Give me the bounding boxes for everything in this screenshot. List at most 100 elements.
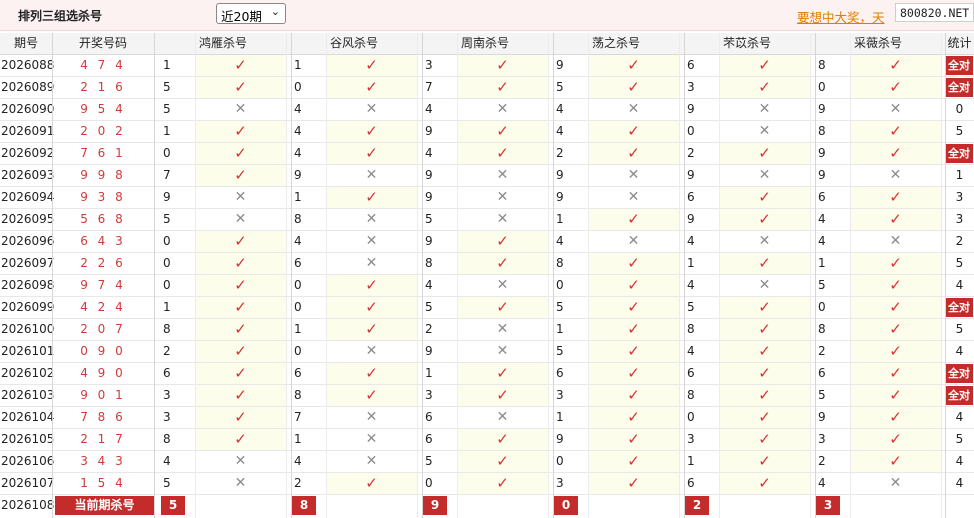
kill-number: 9 xyxy=(425,124,433,138)
kill-number: 2 xyxy=(818,344,826,358)
result-mark: ✕ xyxy=(719,231,810,252)
cross-icon: ✕ xyxy=(758,167,771,183)
cross-icon: ✕ xyxy=(758,123,771,139)
check-icon: ✓ xyxy=(627,298,640,316)
check-icon: ✓ xyxy=(889,122,902,140)
kill-number: 2 xyxy=(687,146,695,160)
draw-number: 4 7 4 xyxy=(80,58,126,72)
draw-number: 9 3 8 xyxy=(80,190,126,204)
check-icon: ✓ xyxy=(627,364,640,382)
kill-number: 9 xyxy=(425,168,433,182)
kill-number: 4 xyxy=(425,102,433,116)
result-mark: ✓ xyxy=(719,385,810,406)
kill-number: 3 xyxy=(556,476,564,490)
hit-count: 4 xyxy=(955,344,964,358)
kill-number: 1 xyxy=(163,124,171,138)
result-mark: ✕ xyxy=(850,473,941,494)
kill-number: 6 xyxy=(687,58,695,72)
table-row: 2026098 9 7 4 0 ✓ 0 ✓ 4 ✕ 0 ✓ 4 ✕ 5 ✓ 4 xyxy=(0,275,974,297)
check-icon: ✓ xyxy=(627,122,640,140)
result-mark: ✕ xyxy=(719,99,810,120)
kill-number: 3 xyxy=(425,388,433,402)
kill-number: 0 xyxy=(818,80,826,94)
column-divider xyxy=(941,33,942,518)
all-correct-badge: 全对 xyxy=(945,56,973,75)
kill-number: 6 xyxy=(687,366,695,380)
check-icon: ✓ xyxy=(234,78,247,96)
kill-number: 6 xyxy=(556,366,564,380)
check-icon: ✓ xyxy=(234,144,247,162)
cross-icon: ✕ xyxy=(365,101,378,117)
kill-number: 6 xyxy=(294,256,302,270)
kill-number: 9 xyxy=(425,190,433,204)
check-icon: ✓ xyxy=(234,122,247,140)
table-row: 2026088 4 7 4 1 ✓ 1 ✓ 3 ✓ 9 ✓ 6 ✓ 8 ✓ 全对 xyxy=(0,55,974,77)
result-mark: ✕ xyxy=(326,407,417,428)
kill-number: 8 xyxy=(818,322,826,336)
kill-number: 3 xyxy=(163,410,171,424)
kill-number: 6 xyxy=(687,476,695,490)
result-mark: ✓ xyxy=(457,429,548,450)
site-badge: 800820.NET xyxy=(895,3,974,22)
result-mark: ✓ xyxy=(195,143,286,164)
check-icon: ✓ xyxy=(889,298,902,316)
header-issue: 期号 xyxy=(13,36,38,50)
draw-number: 4 9 0 xyxy=(80,366,126,380)
kill-number: 5 xyxy=(163,102,171,116)
draw-number: 2 1 6 xyxy=(80,80,126,94)
result-mark: ✓ xyxy=(588,319,679,340)
result-mark: ✓ xyxy=(326,473,417,494)
cross-icon: ✕ xyxy=(234,453,247,469)
cross-icon: ✕ xyxy=(365,431,378,447)
kill-number: 5 xyxy=(556,80,564,94)
result-mark: ✕ xyxy=(719,275,810,296)
result-mark: ✕ xyxy=(195,473,286,494)
check-icon: ✓ xyxy=(889,320,902,338)
result-mark: ✓ xyxy=(457,143,548,164)
kill-number: 3 xyxy=(818,432,826,446)
check-icon: ✓ xyxy=(627,144,640,162)
check-icon: ✓ xyxy=(496,232,509,250)
result-mark: ✓ xyxy=(719,363,810,384)
kill-number: 6 xyxy=(425,432,433,446)
column-divider xyxy=(457,33,458,518)
issue-number: 2026102 xyxy=(1,366,55,380)
issue-number: 2026098 xyxy=(1,278,55,292)
cross-icon: ✕ xyxy=(365,409,378,425)
issue-number: 2026107 xyxy=(1,476,55,490)
promo-link[interactable]: 要想中大奖，天 xyxy=(797,7,885,26)
result-mark: ✓ xyxy=(850,121,941,142)
draw-number: 9 9 8 xyxy=(80,168,126,182)
result-mark: ✓ xyxy=(588,77,679,98)
kill-number: 2 xyxy=(294,476,302,490)
result-mark: ✕ xyxy=(850,231,941,252)
result-mark: ✕ xyxy=(195,451,286,472)
table-row: 2026096 6 4 3 0 ✓ 4 ✕ 9 ✓ 4 ✕ 4 ✕ 4 ✕ 2 xyxy=(0,231,974,253)
result-mark: ✓ xyxy=(588,143,679,164)
result-mark: ✓ xyxy=(850,209,941,230)
kill-number: 8 xyxy=(294,388,302,402)
hit-count: 1 xyxy=(955,168,964,182)
kill-number: 9 xyxy=(687,168,695,182)
check-icon: ✓ xyxy=(496,254,509,272)
kill-number: 6 xyxy=(818,190,826,204)
column-divider xyxy=(326,33,327,518)
result-mark: ✕ xyxy=(326,165,417,186)
kill-number: 0 xyxy=(556,454,564,468)
kill-number: 8 xyxy=(163,432,171,446)
period-select[interactable]: 近20期 ⌄ xyxy=(216,3,286,24)
result-mark: ✓ xyxy=(195,253,286,274)
table-row: 2026102 4 9 0 6 ✓ 6 ✓ 1 ✓ 6 ✓ 6 ✓ 6 ✓ 全对 xyxy=(0,363,974,385)
kill-number: 4 xyxy=(294,234,302,248)
result-mark: ✓ xyxy=(195,363,286,384)
kill-number: 4 xyxy=(294,124,302,138)
issue-number: 2026090 xyxy=(1,102,55,116)
column-divider xyxy=(154,33,155,518)
result-mark: ✕ xyxy=(850,165,941,186)
kill-number: 9 xyxy=(163,190,171,204)
check-icon: ✓ xyxy=(758,56,771,74)
kill-number: 1 xyxy=(425,366,433,380)
column-divider xyxy=(850,33,851,518)
check-icon: ✓ xyxy=(365,56,378,74)
result-mark: ✓ xyxy=(588,341,679,362)
